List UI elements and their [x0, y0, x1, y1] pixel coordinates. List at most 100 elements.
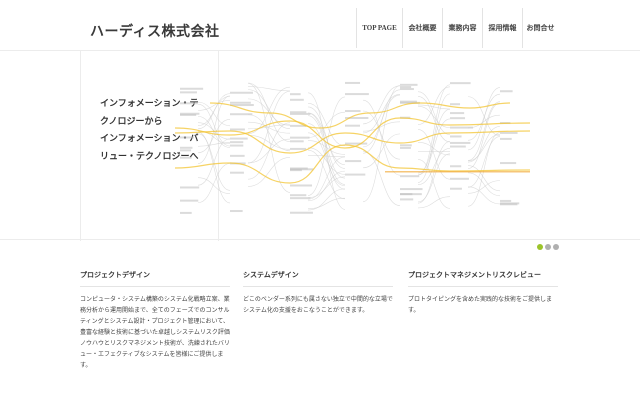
highlight-path [174, 144, 531, 184]
connection-line [467, 96, 501, 136]
nav-top-page[interactable]: TOP PAGE [356, 8, 402, 48]
node-label [345, 124, 361, 127]
node-label [180, 112, 200, 115]
node-label [450, 103, 461, 106]
node-label [400, 88, 414, 91]
slider-dot-1[interactable] [537, 244, 543, 250]
service-column-project-design: プロジェクトデザイン コンピュータ・システム構築のシステム化戦略立案、業務分析か… [80, 270, 230, 371]
node-label [400, 86, 412, 89]
connection-line [197, 163, 231, 203]
node-label [450, 117, 466, 120]
node-label [345, 142, 368, 145]
connection-line [197, 95, 231, 164]
node-label [230, 171, 244, 174]
node-label [290, 98, 304, 101]
node-label [400, 100, 417, 103]
node-label [180, 199, 199, 202]
site-header: ハーディス株式会社 TOP PAGE 会社概要 業務内容 採用情報 お問合せ [0, 0, 640, 50]
node-label [180, 186, 200, 189]
connection-line [417, 142, 451, 156]
highlight-path [209, 102, 511, 129]
hero-divider-left [80, 51, 81, 241]
node-label [230, 113, 253, 116]
node-label [230, 137, 248, 140]
node-label [230, 91, 253, 94]
connection-line [467, 180, 501, 194]
node-label [290, 167, 308, 170]
node-label [345, 93, 369, 96]
nav-recruit[interactable]: 採用情報 [482, 8, 522, 48]
connection-line [467, 172, 501, 197]
slider-dot-3[interactable] [553, 244, 559, 250]
connection-line [467, 101, 501, 161]
connection-line [197, 177, 231, 194]
main-nav: TOP PAGE 会社概要 業務内容 採用情報 お問合せ [356, 8, 558, 48]
service-column-system-design: システムデザイン どこのベンダー系列にも属さない独立で中間的な立場でシステム化の… [243, 270, 393, 316]
node-label [230, 210, 243, 213]
node-label [180, 146, 193, 149]
connection-line [307, 156, 346, 200]
node-label [500, 162, 517, 165]
node-label [500, 137, 512, 140]
connection-line [362, 121, 401, 132]
nav-contact[interactable]: お問合せ [522, 8, 558, 48]
nav-company[interactable]: 会社概要 [402, 8, 442, 48]
node-label [345, 110, 361, 113]
node-label [500, 90, 513, 93]
node-label [450, 145, 466, 148]
node-label [400, 146, 411, 149]
node-label [450, 82, 471, 85]
node-label [450, 112, 465, 115]
column-body: コンピュータ・システム構築のシステム化戦略立案、業務分析から運用開始まで、全ての… [80, 296, 230, 369]
network-diagram-graphic [174, 81, 531, 214]
node-label [290, 136, 310, 139]
node-label [400, 175, 420, 178]
highlight-bar [385, 171, 530, 173]
node-label [450, 135, 462, 138]
node-label [290, 140, 304, 143]
node-label [230, 154, 245, 157]
company-logo[interactable]: ハーディス株式会社 [90, 21, 220, 41]
node-label [230, 141, 244, 144]
node-label [180, 156, 192, 159]
node-label [450, 177, 469, 180]
connection-line [417, 196, 451, 209]
node-label [230, 144, 244, 147]
node-label [400, 193, 422, 196]
node-label [290, 93, 301, 96]
service-column-risk-review: プロジェクトマネジメントリスクレビュー プロトタイピングを含めた実践的な技術をご… [408, 270, 558, 316]
node-label [345, 160, 362, 163]
column-title[interactable]: プロジェクトマネジメントリスクレビュー [408, 270, 558, 287]
connection-line [467, 102, 501, 169]
slider-dot-2[interactable] [545, 244, 551, 250]
node-label [180, 136, 194, 139]
node-label [180, 87, 204, 90]
node-label [290, 197, 311, 200]
column-body: プロトタイピングを含めた実践的な技術をご提供します。 [408, 296, 553, 314]
column-title[interactable]: システムデザイン [243, 270, 393, 287]
node-label [450, 187, 462, 190]
node-label [400, 188, 423, 191]
node-label [180, 211, 192, 214]
connection-line [467, 186, 501, 205]
node-label [290, 211, 313, 214]
nav-services[interactable]: 業務内容 [442, 8, 482, 48]
node-label [500, 202, 520, 205]
slider-pager [537, 244, 559, 250]
node-label [290, 112, 311, 115]
node-label [290, 111, 307, 114]
connection-line [362, 94, 401, 134]
connection-line [467, 87, 501, 151]
node-label [290, 194, 307, 197]
node-label [500, 131, 518, 134]
node-label [400, 144, 412, 147]
node-label [500, 199, 512, 202]
hero-slider: インフォメーション・テ クノロジーから インフォメーション・バ リュー・テクノロ… [0, 50, 640, 241]
connection-line [247, 138, 291, 164]
node-label [230, 128, 245, 131]
node-label [450, 141, 471, 144]
node-label [345, 173, 366, 176]
node-label [400, 83, 418, 86]
column-title[interactable]: プロジェクトデザイン [80, 270, 230, 287]
node-label [400, 198, 414, 201]
